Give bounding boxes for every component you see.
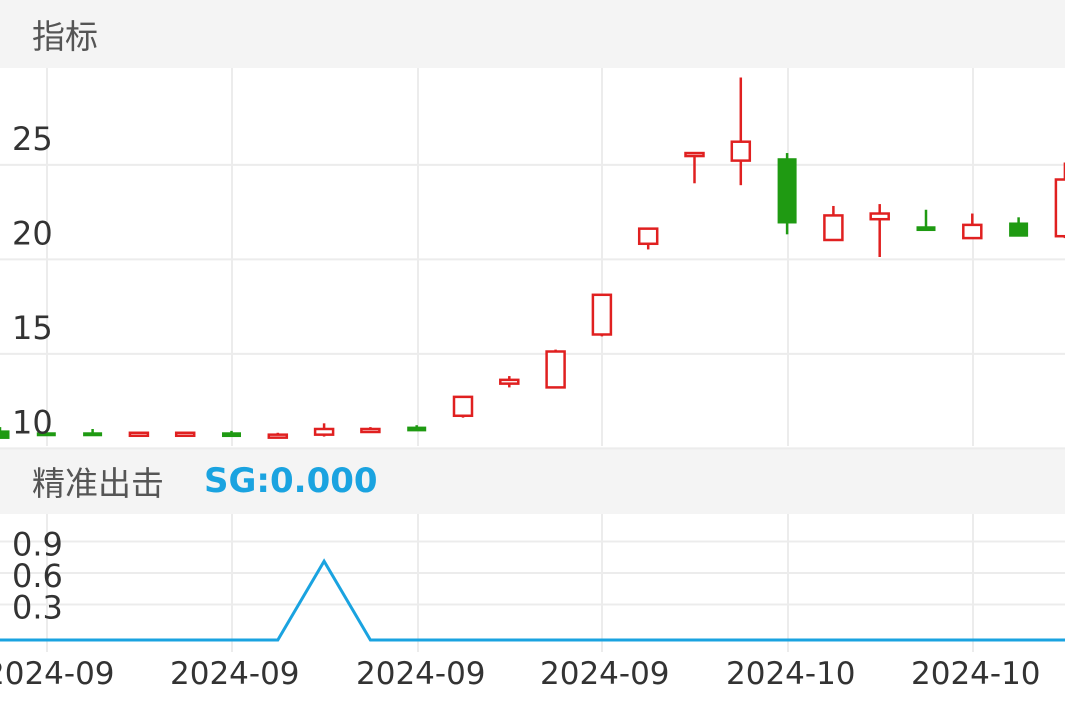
candle-body-up — [823, 214, 844, 242]
candle-body-up — [684, 151, 705, 158]
candle-body-up — [499, 378, 520, 385]
candle-body-down — [83, 432, 103, 437]
candle-body-up — [730, 140, 752, 162]
candle-body-up — [637, 227, 659, 246]
candle-body-up — [128, 431, 150, 438]
candle-body-up — [591, 293, 613, 336]
signal-ytick-label: 0.9 — [12, 526, 63, 564]
grid-layer — [0, 68, 1065, 652]
chart-canvas: 101520250.30.60.92024-092024-092024-0920… — [0, 68, 1065, 692]
candle-body-down — [777, 158, 797, 224]
xtick-label: 2024-09 — [170, 656, 300, 692]
candle-body-up — [174, 431, 196, 438]
candle-body-down — [916, 226, 936, 232]
price-ytick-label: 25 — [12, 120, 53, 158]
xtick-label: 2024-09 — [0, 656, 115, 692]
candle-body-up — [313, 427, 335, 436]
xtick-label: 2024-09 — [356, 656, 486, 692]
candle-body-up — [545, 350, 566, 389]
price-ytick-label: 10 — [12, 403, 53, 441]
xtick-label: 2024-10 — [911, 656, 1041, 692]
candle-body-down — [407, 426, 427, 432]
xtick-label: 2024-10 — [726, 656, 856, 692]
candle-body-down — [222, 432, 241, 438]
candle-body-up — [869, 212, 890, 221]
candles-layer — [0, 77, 1065, 439]
candle-body-up — [962, 223, 983, 240]
candle-body-up — [267, 433, 289, 439]
candle-body-up — [1054, 178, 1065, 238]
candle-body-down — [1009, 222, 1029, 237]
candle-body-down — [0, 430, 10, 439]
price-ytick-label: 20 — [12, 214, 53, 252]
xtick-label: 2024-09 — [540, 656, 670, 692]
candle-body-up — [360, 427, 381, 434]
price-ytick-label: 15 — [12, 309, 53, 347]
candle-body-up — [452, 395, 474, 418]
labels-layer: 101520250.30.60.92024-092024-092024-0920… — [0, 120, 1041, 692]
